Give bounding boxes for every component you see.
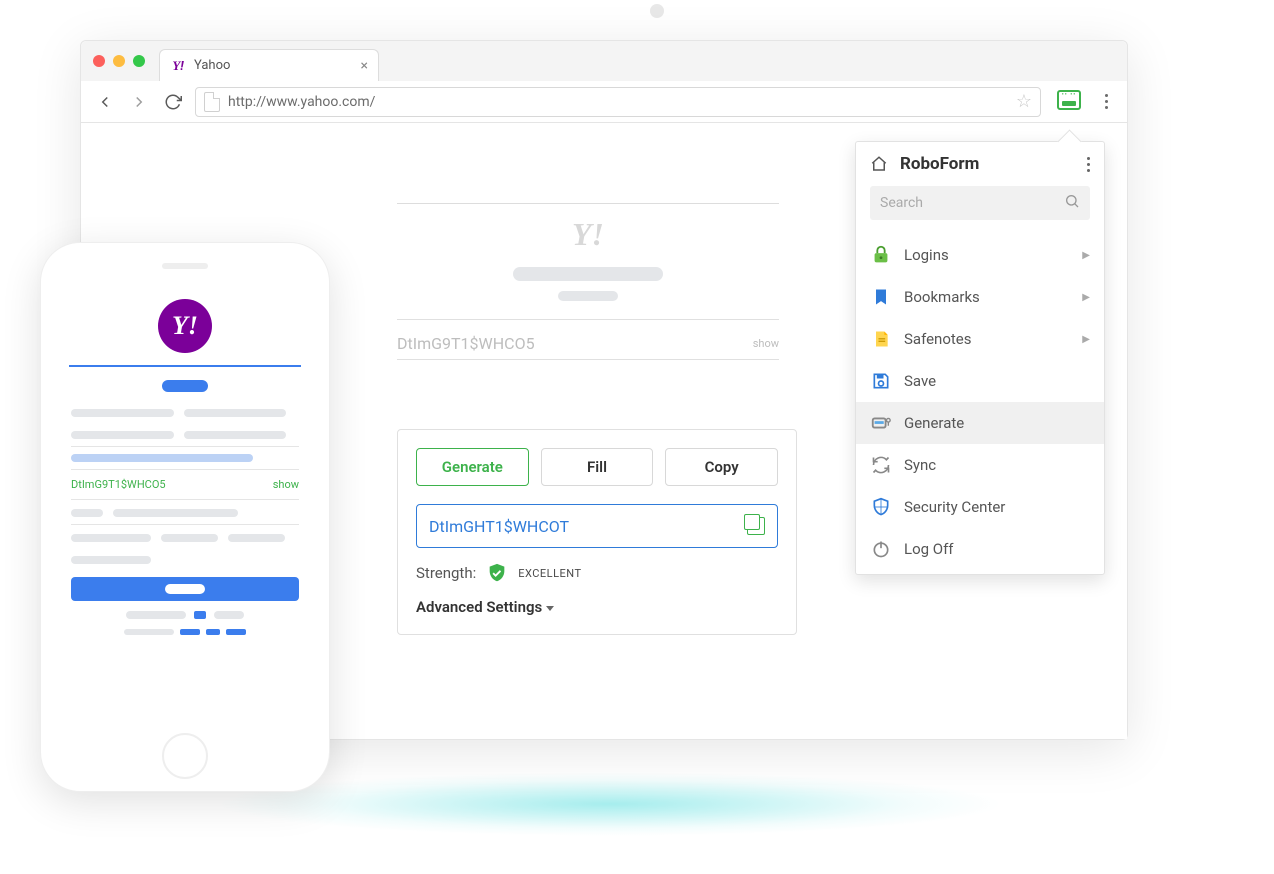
browser-menu-icon[interactable] (1097, 90, 1115, 114)
popup-header: RoboForm (856, 142, 1104, 186)
reload-button[interactable] (161, 90, 185, 114)
close-tab-icon[interactable]: × (361, 58, 368, 74)
menu-save[interactable]: Save (856, 360, 1104, 402)
search-placeholder: Search (880, 195, 923, 211)
yahoo-favicon: Y! (170, 58, 186, 74)
password-input-row[interactable]: DtImG9T1$WHCO5 show (397, 328, 779, 360)
copy-button[interactable]: Copy (665, 448, 778, 486)
menu-safenotes[interactable]: Safenotes ▶ (856, 318, 1104, 360)
back-button[interactable] (93, 90, 117, 114)
bookmark-star-icon[interactable]: ☆ (1016, 91, 1032, 112)
menu-generate[interactable]: Generate (856, 402, 1104, 444)
generate-icon (870, 412, 892, 434)
yahoo-logo: Y! (397, 216, 779, 253)
popup-title: RoboForm (900, 154, 979, 174)
maximize-window-icon[interactable] (133, 55, 145, 67)
copy-icon[interactable] (747, 517, 765, 535)
forward-button[interactable] (127, 90, 151, 114)
minimize-window-icon[interactable] (113, 55, 125, 67)
phone-screen: Y! DtImG9T1$WHCO5 show (59, 291, 311, 719)
window-controls (93, 41, 159, 81)
browser-tab[interactable]: Y! Yahoo × (159, 49, 379, 81)
sync-icon (870, 454, 892, 476)
menu-bookmarks[interactable]: Bookmarks ▶ (856, 276, 1104, 318)
show-password-link[interactable]: show (753, 337, 779, 350)
generated-password-text: DtImGHT1$WHCOT (429, 517, 569, 536)
generator-card: Generate Fill Copy DtImGHT1$WHCOT Streng… (397, 429, 797, 635)
tab-title: Yahoo (194, 58, 230, 73)
phone-password-row[interactable]: DtImG9T1$WHCO5 show (59, 474, 311, 495)
password-placeholder: DtImG9T1$WHCO5 (397, 334, 535, 353)
placeholder-pill (162, 380, 208, 392)
strength-value: EXCELLENT (518, 567, 581, 580)
search-input[interactable]: Search (870, 186, 1090, 220)
menu-log-off[interactable]: Log Off (856, 528, 1104, 570)
phone-speaker (162, 263, 208, 269)
phone-home-button[interactable] (162, 733, 208, 779)
shield-check-icon (486, 562, 508, 584)
phone-password-value: DtImG9T1$WHCO5 (71, 478, 166, 491)
decorative-dot (650, 4, 664, 18)
yahoo-signup-form: Y! DtImG9T1$WHCO5 show (397, 203, 779, 360)
popup-menu: Logins ▶ Bookmarks ▶ Safenotes ▶ Save (856, 230, 1104, 574)
lock-icon (870, 244, 892, 266)
chevron-right-icon: ▶ (1082, 292, 1090, 303)
shield-icon (870, 496, 892, 518)
generated-password-output[interactable]: DtImGHT1$WHCOT (416, 504, 778, 548)
chevron-right-icon: ▶ (1082, 334, 1090, 345)
url-text: http://www.yahoo.com/ (228, 94, 375, 110)
generate-button[interactable]: Generate (416, 448, 529, 486)
close-window-icon[interactable] (93, 55, 105, 67)
power-icon (870, 538, 892, 560)
phone-show-link[interactable]: show (273, 478, 299, 491)
strength-row: Strength: EXCELLENT (416, 562, 778, 584)
menu-logins[interactable]: Logins ▶ (856, 234, 1104, 276)
address-bar: http://www.yahoo.com/ ☆ (81, 81, 1127, 123)
roboform-popup: RoboForm Search Logins ▶ Bookmarks ▶ (855, 141, 1105, 575)
advanced-settings-toggle[interactable]: Advanced Settings (416, 598, 778, 616)
browser-tab-strip: Y! Yahoo × (81, 41, 1127, 81)
roboform-extension-icon[interactable] (1057, 90, 1081, 114)
placeholder-row (59, 629, 311, 635)
phone-submit-button[interactable] (71, 577, 299, 601)
caret-down-icon (546, 606, 554, 611)
chevron-right-icon: ▶ (1082, 250, 1090, 261)
home-icon[interactable] (870, 155, 888, 173)
placeholder-row (59, 611, 311, 619)
save-icon (870, 370, 892, 392)
placeholder-bar (513, 267, 663, 281)
popup-more-icon[interactable] (1087, 157, 1090, 172)
placeholder-bar (558, 291, 618, 301)
menu-sync[interactable]: Sync (856, 444, 1104, 486)
yahoo-logo-mobile: Y! (59, 299, 311, 353)
search-icon (1064, 193, 1080, 213)
fill-button[interactable]: Fill (541, 448, 654, 486)
note-icon (870, 328, 892, 350)
menu-security-center[interactable]: Security Center (856, 486, 1104, 528)
url-input[interactable]: http://www.yahoo.com/ ☆ (195, 87, 1041, 117)
bookmark-icon (870, 286, 892, 308)
strength-label: Strength: (416, 564, 476, 582)
phone-mockup: Y! DtImG9T1$WHCO5 show (40, 242, 330, 792)
page-icon (204, 92, 220, 112)
